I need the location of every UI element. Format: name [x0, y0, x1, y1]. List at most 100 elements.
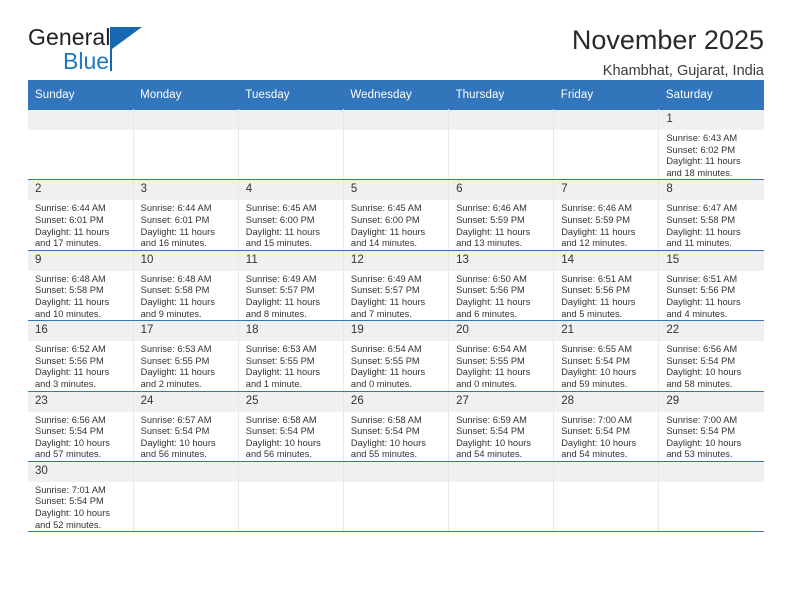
calendar-day-cell[interactable]: 6 Sunrise: 6:46 AM Sunset: 5:59 PM Daylight…: [448, 179, 555, 251]
day-detail-line: Sunset: 6:02 PM: [666, 144, 736, 155]
day-details: Sunrise: 6:51 AM Sunset: 5:56 PM Daylight:…: [659, 271, 764, 320]
day-details: Sunrise: 6:59 AM Sunset: 5:54 PM Daylight:…: [449, 412, 553, 461]
day-detail-line: Daylight: 11 hours: [140, 367, 215, 378]
day-details: Sunrise: 6:53 AM Sunset: 5:55 PM Daylight:…: [239, 341, 343, 390]
day-detail-line: and 56 minutes.: [245, 449, 312, 460]
calendar-day-cell[interactable]: 26 Sunrise: 6:58 AM Sunset: 5:54 PM Dayligh…: [343, 391, 450, 462]
day-detail-line: and 1 minute.: [245, 378, 303, 389]
day-detail-line: Sunset: 5:54 PM: [561, 355, 630, 366]
calendar-day-cell[interactable]: 15 Sunrise: 6:51 AM Sunset: 5:56 PM Dayligh…: [658, 250, 764, 322]
weekday-header-wednesday: Wednesday: [343, 80, 449, 110]
calendar-table: Sunday Monday Tuesday Wednesday Thursday Frid…: [28, 80, 764, 533]
calendar-day-cell[interactable]: 11 Sunrise: 6:49 AM Sunset: 5:57 PM Dayligh…: [238, 250, 344, 322]
calendar-day-cell[interactable]: 9 Sunrise: 6:48 AM Sunset: 5:58 PM Daylight…: [28, 250, 134, 322]
calendar-day-cell[interactable]: 20 Sunrise: 6:54 AM Sunset: 5:55 PM Dayligh…: [448, 320, 555, 392]
day-detail-line: Sunrise: 6:56 AM: [666, 344, 738, 355]
calendar-day-cell[interactable]: 14 Sunrise: 6:51 AM Sunset: 5:56 PM Dayligh…: [553, 250, 660, 322]
day-detail-line: and 8 minutes.: [245, 308, 307, 319]
day-number: [343, 461, 449, 482]
day-detail-line: and 9 minutes.: [140, 308, 202, 319]
day-number: [554, 461, 659, 482]
day-detail-line: Sunrise: 7:00 AM: [561, 414, 633, 425]
day-number: 8: [659, 180, 764, 201]
day-details: Sunrise: 7:00 AM Sunset: 5:54 PM Daylight:…: [554, 412, 658, 461]
calendar-day-cell[interactable]: 21 Sunrise: 6:55 AM Sunset: 5:54 PM Dayligh…: [553, 320, 660, 392]
calendar-cell-empty: [658, 461, 764, 533]
calendar-day-cell[interactable]: 23 Sunrise: 6:56 AM Sunset: 5:54 PM Dayligh…: [28, 391, 134, 462]
calendar-day-cell[interactable]: 12 Sunrise: 6:49 AM Sunset: 5:57 PM Dayligh…: [343, 250, 450, 322]
day-detail-line: Sunset: 5:59 PM: [456, 214, 525, 225]
calendar-day-cell[interactable]: 28 Sunrise: 7:00 AM Sunset: 5:54 PM Dayligh…: [553, 391, 660, 462]
day-detail-line: and 14 minutes.: [350, 238, 418, 249]
calendar-day-cell[interactable]: 4 Sunrise: 6:45 AM Sunset: 6:00 PM Daylight…: [238, 179, 344, 251]
day-detail-line: and 7 minutes.: [350, 308, 412, 319]
day-detail-line: and 15 minutes.: [245, 238, 312, 249]
day-details: Sunrise: 6:56 AM Sunset: 5:54 PM Daylight:…: [659, 341, 764, 390]
day-detail-line: Daylight: 11 hours: [350, 226, 426, 237]
calendar-day-cell[interactable]: 30 Sunrise: 7:01 AM Sunset: 5:54 PM Dayligh…: [28, 461, 134, 533]
day-number: 7: [554, 180, 659, 201]
calendar-day-cell[interactable]: 1 Sunrise: 6:43 AM Sunset: 6:02 PM Daylight…: [658, 108, 764, 181]
day-detail-line: Sunset: 5:54 PM: [561, 426, 630, 437]
calendar-day-cell[interactable]: 27 Sunrise: 6:59 AM Sunset: 5:54 PM Dayligh…: [448, 391, 555, 462]
day-detail-line: Daylight: 10 hours: [350, 437, 426, 448]
day-number: 24: [133, 391, 238, 412]
day-detail-line: Sunrise: 6:51 AM: [561, 273, 633, 284]
day-detail-line: Daylight: 11 hours: [35, 367, 110, 378]
calendar-day-cell[interactable]: 2 Sunrise: 6:44 AM Sunset: 6:01 PM Daylight…: [28, 179, 134, 251]
day-detail-line: Daylight: 11 hours: [561, 296, 636, 307]
day-details: Sunrise: 6:58 AM Sunset: 5:54 PM Daylight:…: [344, 412, 448, 461]
day-number: 21: [554, 321, 659, 342]
day-detail-line: Sunset: 5:54 PM: [456, 426, 525, 437]
calendar-day-cell[interactable]: 8 Sunrise: 6:47 AM Sunset: 5:58 PM Daylight…: [658, 179, 764, 251]
calendar-day-cell[interactable]: 25 Sunrise: 6:58 AM Sunset: 5:54 PM Dayligh…: [238, 391, 344, 462]
day-detail-line: Daylight: 11 hours: [35, 226, 110, 237]
day-detail-line: Daylight: 11 hours: [666, 296, 741, 307]
day-number: 28: [554, 391, 659, 412]
general-blue-logo[interactable]: General Blue: [28, 26, 158, 78]
day-number: [238, 461, 343, 482]
day-detail-line: and 12 minutes.: [561, 238, 628, 249]
day-detail-line: Sunset: 5:54 PM: [35, 426, 104, 437]
calendar-day-cell[interactable]: 10 Sunrise: 6:48 AM Sunset: 5:58 PM Dayligh…: [133, 250, 239, 322]
day-number: [28, 110, 133, 130]
calendar-day-cell[interactable]: 5 Sunrise: 6:45 AM Sunset: 6:00 PM Daylight…: [343, 179, 450, 251]
calendar-day-cell[interactable]: 22 Sunrise: 6:56 AM Sunset: 5:54 PM Dayligh…: [658, 320, 764, 392]
day-detail-line: Daylight: 11 hours: [245, 367, 321, 378]
day-detail-line: and 59 minutes.: [561, 378, 628, 389]
day-detail-line: Daylight: 10 hours: [35, 508, 110, 519]
page-subtitle: Khambhat, Gujarat, India: [602, 63, 764, 80]
calendar-week-row: 23 Sunrise: 6:56 AM Sunset: 5:54 PM Dayligh…: [28, 391, 764, 462]
day-details: [344, 482, 448, 485]
calendar-cell-empty: [238, 108, 344, 181]
day-number: [554, 110, 659, 130]
day-details: [134, 482, 238, 485]
day-details: Sunrise: 6:48 AM Sunset: 5:58 PM Daylight:…: [28, 271, 133, 320]
calendar-day-cell[interactable]: 13 Sunrise: 6:50 AM Sunset: 5:56 PM Dayligh…: [448, 250, 555, 322]
day-detail-line: and 4 minutes.: [666, 308, 728, 319]
day-detail-line: Daylight: 11 hours: [561, 226, 636, 237]
day-number: [238, 110, 343, 130]
calendar-day-cell[interactable]: 3 Sunrise: 6:44 AM Sunset: 6:01 PM Daylight…: [133, 179, 239, 251]
day-details: [239, 130, 343, 133]
day-detail-line: Sunrise: 6:54 AM: [350, 344, 422, 355]
calendar-day-cell[interactable]: 18 Sunrise: 6:53 AM Sunset: 5:55 PM Dayligh…: [238, 320, 344, 392]
calendar-day-cell[interactable]: 16 Sunrise: 6:52 AM Sunset: 5:56 PM Dayligh…: [28, 320, 134, 392]
calendar-day-cell[interactable]: 19 Sunrise: 6:54 AM Sunset: 5:55 PM Dayligh…: [343, 320, 450, 392]
day-detail-line: Sunrise: 6:54 AM: [456, 344, 527, 355]
calendar-day-cell[interactable]: 7 Sunrise: 6:46 AM Sunset: 5:59 PM Daylight…: [553, 179, 660, 251]
calendar-day-cell[interactable]: 24 Sunrise: 6:57 AM Sunset: 5:54 PM Dayligh…: [133, 391, 239, 462]
day-details: Sunrise: 6:58 AM Sunset: 5:54 PM Daylight:…: [239, 412, 343, 461]
calendar-cell-empty: [133, 461, 239, 533]
day-detail-line: Sunrise: 6:49 AM: [350, 273, 422, 284]
day-detail-line: and 10 minutes.: [35, 308, 102, 319]
calendar-day-cell[interactable]: 17 Sunrise: 6:53 AM Sunset: 5:55 PM Dayligh…: [133, 320, 239, 392]
day-number: 19: [343, 321, 449, 342]
day-details: [449, 482, 553, 485]
day-number: [659, 461, 764, 482]
day-details: [554, 130, 658, 133]
calendar-day-cell[interactable]: 29 Sunrise: 7:00 AM Sunset: 5:54 PM Dayligh…: [658, 391, 764, 462]
day-details: [239, 482, 343, 485]
day-detail-line: Daylight: 10 hours: [456, 437, 531, 448]
day-detail-line: Sunrise: 6:57 AM: [140, 414, 212, 425]
